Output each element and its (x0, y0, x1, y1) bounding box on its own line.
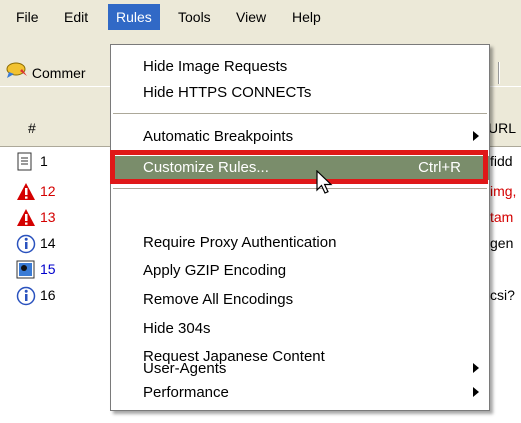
session-url: img, (490, 183, 517, 199)
info-icon (16, 234, 36, 254)
menu-item-label: User-Agents (143, 360, 227, 377)
menu-item-label: Hide HTTPS CONNECTs (143, 84, 312, 101)
menu-item-automatic-breakpoints[interactable]: Automatic Breakpoints (111, 125, 489, 149)
menu-item-performance[interactable]: Performance (111, 381, 489, 405)
session-number: 12 (40, 183, 56, 199)
menu-item-user-agents[interactable]: User-Agents (111, 357, 489, 381)
comment-icon (6, 61, 28, 87)
session-number: 13 (40, 209, 56, 225)
session-number: 16 (40, 287, 56, 303)
menu-item-label: Automatic Breakpoints (143, 128, 294, 145)
warning-icon (16, 208, 36, 228)
column-number-header[interactable]: # (28, 120, 36, 136)
menu-bar: File Edit Rules Tools View Help (0, 0, 521, 34)
highlight-annotation-box (110, 150, 488, 184)
menu-item-label: Hide Image Requests (143, 58, 288, 75)
menu-item-hide-304s[interactable]: Hide 304s (111, 317, 489, 341)
menu-view[interactable]: View (228, 4, 274, 30)
menu-help[interactable]: Help (284, 4, 329, 30)
menu-item-label: Hide 304s (143, 320, 211, 337)
image-icon (16, 260, 36, 280)
info-icon (16, 286, 36, 306)
menu-edit[interactable]: Edit (56, 4, 96, 30)
menu-item-hide-https-connects[interactable]: Hide HTTPS CONNECTs (111, 81, 489, 105)
menu-separator (113, 188, 487, 189)
submenu-arrow-icon (473, 363, 479, 373)
warning-icon (16, 182, 36, 202)
menu-item-label: Performance (143, 384, 229, 401)
menu-item-apply-gzip-encoding[interactable]: Apply GZIP Encoding (111, 259, 489, 283)
menu-file[interactable]: File (8, 4, 47, 30)
session-number: 1 (40, 153, 48, 169)
session-number: 14 (40, 235, 56, 251)
session-url: tam (490, 209, 514, 225)
submenu-arrow-icon (473, 131, 479, 141)
toolbar-separator (498, 62, 500, 84)
comment-label: Commer (31, 65, 86, 81)
rules-menu: Hide Image Requests Hide HTTPS CONNECTs … (110, 44, 490, 411)
session-url: csi? (490, 287, 515, 303)
comment-button[interactable]: Commer (6, 60, 86, 86)
mouse-cursor-icon (315, 169, 335, 199)
menu-tools[interactable]: Tools (170, 4, 219, 30)
session-url: gen (490, 235, 514, 251)
menu-item-hide-image-requests[interactable]: Hide Image Requests (111, 55, 489, 79)
menu-rules[interactable]: Rules (108, 4, 160, 30)
menu-item-label: Apply GZIP Encoding (143, 262, 287, 279)
session-url: fidd (490, 153, 513, 169)
menu-item-remove-all-encodings[interactable]: Remove All Encodings (111, 288, 489, 312)
submenu-arrow-icon (473, 387, 479, 397)
session-number: 15 (40, 261, 56, 277)
column-url-header[interactable]: URL (488, 120, 516, 136)
menu-item-require-proxy-authentication[interactable]: Require Proxy Authentication (111, 231, 489, 255)
menu-item-label: Require Proxy Authentication (143, 234, 337, 251)
document-icon (16, 152, 36, 172)
menu-separator (113, 113, 487, 114)
menu-item-label: Remove All Encodings (143, 291, 294, 308)
